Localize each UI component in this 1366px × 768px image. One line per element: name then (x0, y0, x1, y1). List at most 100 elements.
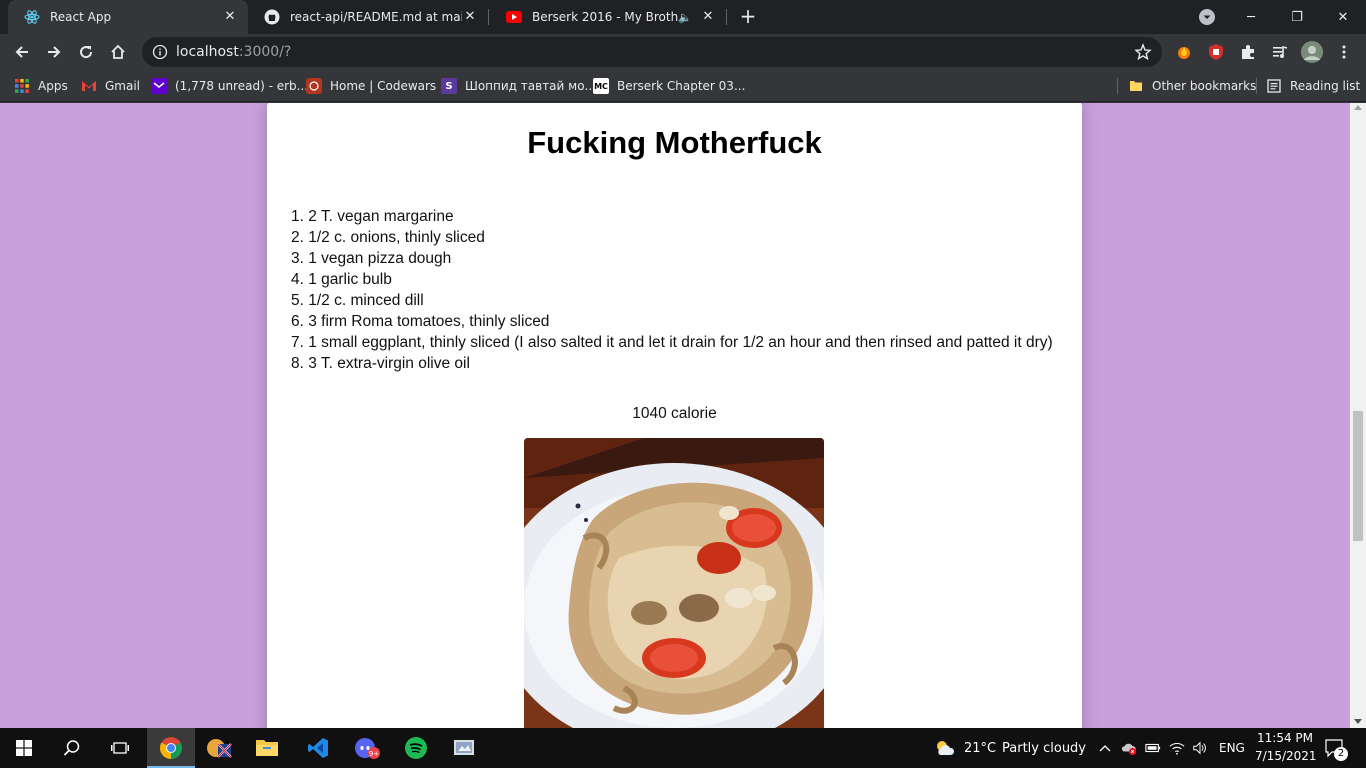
snipping-tool-icon (454, 740, 474, 755)
wifi-icon[interactable] (1169, 740, 1185, 756)
tab-search-icon[interactable] (1199, 9, 1215, 25)
bookmarks-divider (1256, 78, 1257, 94)
tab-youtube-berserk[interactable]: Berserk 2016 - My Brother 'E 🔈 ✕ (490, 0, 726, 34)
tab-divider (726, 9, 727, 25)
taskbar-language-app[interactable] (195, 728, 243, 768)
audio-playing-icon[interactable]: 🔈 (678, 11, 692, 24)
close-icon[interactable]: ✕ (222, 9, 238, 25)
bookmark-label: Berserk Chapter 03... (617, 79, 746, 93)
page-scrollbar[interactable] (1350, 103, 1366, 728)
taskbar-discord[interactable]: 9+ (343, 728, 391, 768)
profile-avatar[interactable] (1301, 41, 1323, 63)
scroll-up-arrow[interactable] (1354, 105, 1362, 110)
tab-react-app[interactable]: React App ✕ (8, 0, 248, 34)
react-icon (24, 9, 40, 25)
url-path: :3000/? (238, 44, 292, 60)
calorie-count: 1040 calorie (632, 405, 717, 422)
bookmarks-divider (1117, 78, 1118, 94)
bookmarks-bar: Apps Gmail (1,778 unread) - erb... Home … (0, 70, 1366, 102)
extension-fire-icon[interactable] (1174, 42, 1194, 62)
taskbar-vscode[interactable] (294, 728, 342, 768)
cloud-sync-error-icon[interactable] (1121, 740, 1137, 756)
vscode-icon (308, 738, 328, 758)
gmail-icon (81, 78, 97, 94)
close-icon[interactable]: ✕ (700, 9, 716, 25)
bookmark-label: (1,778 unread) - erb... (175, 79, 309, 93)
input-language[interactable]: ENG (1219, 741, 1245, 755)
bookmark-codewars[interactable]: Home | Codewars (306, 76, 436, 96)
ingredient-item: 5. 1/2 c. minced dill (291, 292, 424, 309)
weather-icon[interactable] (934, 738, 956, 758)
minimize-button[interactable]: ─ (1228, 0, 1274, 34)
youtube-icon (506, 9, 522, 25)
scroll-down-arrow[interactable] (1354, 719, 1362, 724)
browser-toolbar: localhost:3000/? (0, 34, 1366, 70)
bookmark-label: Apps (38, 79, 68, 93)
taskbar-file-explorer[interactable] (243, 728, 291, 768)
forward-button[interactable] (40, 38, 68, 66)
discord-icon: 9+ (355, 738, 380, 759)
task-view-icon[interactable] (96, 728, 144, 768)
folder-icon (256, 740, 278, 756)
bookmark-berserk-chapter[interactable]: MC Berserk Chapter 03... (593, 76, 745, 96)
bookmark-shoppid[interactable]: S Шоппид тавтай мо... (441, 76, 596, 96)
bookmark-label: Reading list (1290, 79, 1361, 93)
bookmark-label: Other bookmarks (1152, 79, 1257, 93)
ingredient-item: 8. 3 T. extra-virgin olive oil (291, 355, 470, 372)
extension-shield-icon[interactable] (1206, 42, 1226, 62)
clock-time[interactable]: 11:54 PM (1257, 731, 1313, 745)
restore-button[interactable]: ❐ (1274, 0, 1320, 34)
codewars-icon (306, 78, 322, 94)
battery-icon[interactable] (1145, 740, 1161, 756)
volume-icon[interactable] (1192, 740, 1208, 756)
scroll-thumb[interactable] (1353, 411, 1363, 541)
chrome-menu-icon[interactable] (1334, 42, 1354, 62)
recipe-photo (524, 438, 824, 728)
start-button[interactable] (0, 728, 48, 768)
site-info-icon[interactable] (152, 44, 168, 60)
search-icon[interactable] (48, 728, 96, 768)
page-viewport[interactable]: Fucking Motherfuck 1. 2 T. vegan margari… (0, 103, 1366, 728)
tab-strip: React App ✕ react-api/README.md at main … (0, 0, 1366, 34)
address-bar[interactable]: localhost:3000/? (142, 37, 1162, 67)
window-close-button[interactable]: ✕ (1320, 0, 1366, 34)
weather-description[interactable]: Partly cloudy (1002, 741, 1086, 756)
bookmark-gmail[interactable]: Gmail (81, 76, 140, 96)
recipe-card: Fucking Motherfuck 1. 2 T. vegan margari… (267, 103, 1082, 728)
language-app-icon (207, 739, 232, 758)
home-button[interactable] (104, 38, 132, 66)
extensions-puzzle-icon[interactable] (1238, 42, 1258, 62)
new-tab-button[interactable]: + (736, 5, 760, 29)
bookmark-label: Home | Codewars (330, 79, 437, 93)
reading-list-button[interactable]: Reading list (1266, 76, 1360, 96)
bookmark-yahoo-mail[interactable]: (1,778 unread) - erb... (151, 76, 308, 96)
taskbar-chrome[interactable] (147, 728, 195, 768)
tab-title: Berserk 2016 - My Brother 'E (532, 10, 679, 24)
bookmark-other-folder[interactable]: Other bookmarks (1128, 76, 1256, 96)
ingredient-item: 1. 2 T. vegan margarine (291, 208, 454, 225)
chrome-icon (160, 737, 182, 759)
ingredient-item: 7. 1 small eggplant, thinly sliced (I al… (291, 334, 1053, 351)
tab-divider (488, 9, 489, 25)
weather-temperature[interactable]: 21°C (964, 741, 996, 756)
taskbar-snipping-tool[interactable] (440, 728, 488, 768)
taskbar-spotify[interactable] (392, 728, 440, 768)
notification-count-badge: 2 (1334, 747, 1348, 761)
media-queue-icon[interactable] (1270, 42, 1290, 62)
ingredient-item: 6. 3 firm Roma tomatoes, thinly sliced (291, 313, 550, 330)
back-button[interactable] (8, 38, 36, 66)
tab-title: React App (50, 10, 112, 24)
bookmark-star-icon[interactable] (1134, 43, 1152, 61)
recipe-title: Fucking Motherfuck (527, 125, 822, 160)
tab-github-readme[interactable]: react-api/README.md at main · E ✕ (248, 0, 488, 34)
close-icon[interactable]: ✕ (462, 9, 478, 25)
chevron-up-icon[interactable] (1097, 740, 1113, 756)
yahoo-mail-icon (151, 78, 167, 94)
ingredient-item: 3. 1 vegan pizza dough (291, 250, 452, 267)
bookmark-apps[interactable]: Apps (14, 76, 68, 96)
clock-date[interactable]: 7/15/2021 (1255, 749, 1317, 763)
reload-button[interactable] (72, 38, 100, 66)
windows-taskbar: 9+ 21°C Partly cloudy ENG 11:54 PM 7/15/… (0, 728, 1366, 768)
bookmark-label: Gmail (105, 79, 141, 93)
bookmark-label: Шоппид тавтай мо... (465, 79, 596, 93)
